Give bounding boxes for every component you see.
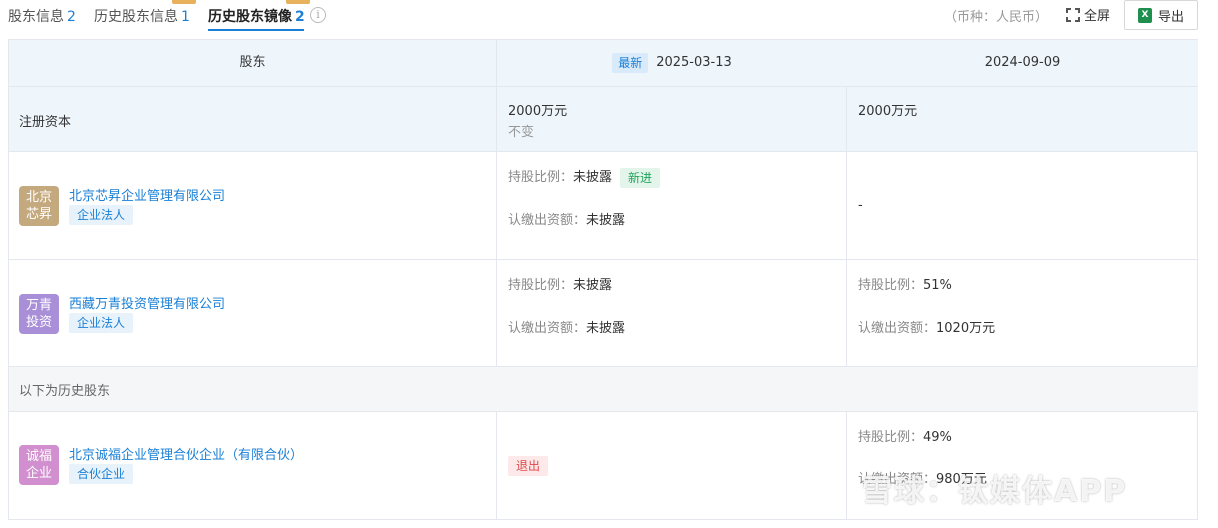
tab-label: 历史股东信息: [94, 9, 178, 25]
table-row: 万青 投资 西藏万青投资管理有限公司 企业法人: [9, 260, 497, 367]
company-type-tag: 合伙企业: [69, 464, 134, 484]
registered-capital-change: 不变: [508, 125, 535, 140]
tab-shareholder-info[interactable]: 股东信息 2: [8, 6, 76, 26]
ratio-label: 持股比例：: [858, 278, 924, 293]
shareholder-prev-cell: 持股比例：51% 认缴出资额：1020万元: [847, 260, 1198, 367]
capital-label: 认缴出资额：: [508, 321, 587, 336]
ratio-value: 未披露: [573, 278, 613, 293]
status-badge-new: 新进: [620, 167, 661, 188]
capital-label: 认缴出资额：: [858, 321, 937, 336]
registered-capital-prev: 2000万元: [858, 104, 918, 119]
company-name-link[interactable]: 北京诚福企业管理合伙企业（有限合伙）: [69, 444, 303, 463]
ratio-label: 持股比例：: [508, 278, 574, 293]
ratio-label: 持股比例：: [508, 170, 574, 185]
shareholder-latest-cell: 退出: [497, 412, 847, 520]
currency-label: （币种：人民币）: [944, 10, 1049, 25]
table-row: 诚福 企业 北京诚福企业管理合伙企业（有限合伙） 合伙企业: [9, 412, 497, 520]
tab-bar: 股东信息 2 历史股东信息 1 历史股东镜像 2 i （币种：人民币） 全屏 X 导出: [0, 0, 1218, 36]
excel-icon: X: [1137, 7, 1152, 23]
tab-history-shareholder-mirror[interactable]: 历史股东镜像 2: [208, 6, 305, 26]
company-name-link[interactable]: 西藏万青投资管理有限公司: [69, 293, 225, 312]
shareholder-latest-cell: 持股比例：未披露 新进 认缴出资额：未披露: [497, 152, 847, 260]
date-latest: 2025-03-13: [656, 55, 732, 70]
company-logo: 万青 投资: [19, 294, 59, 334]
ratio-label: 持股比例：: [858, 430, 924, 445]
capital-value: 未披露: [586, 213, 626, 228]
vip-marker: [172, 0, 196, 4]
company-logo: 北京 芯昇: [19, 186, 59, 226]
tab-history-shareholder-info[interactable]: 历史股东信息 1: [94, 6, 190, 26]
shareholder-mirror-table: 股东 最新 2025-03-13 2024-09-09 注册资本 2000万元 不…: [8, 39, 1198, 520]
registered-capital-prev-cell: 2000万元: [847, 87, 1198, 152]
tab-label: 历史股东镜像: [208, 9, 292, 25]
ratio-value: 49%: [923, 430, 952, 445]
vip-marker: [286, 0, 310, 4]
latest-badge: 最新: [612, 53, 649, 73]
history-section-header: 以下为历史股东: [9, 367, 1198, 412]
empty-value: -: [858, 198, 863, 213]
table-row: 北京 芯昇 北京芯昇企业管理有限公司 企业法人: [9, 152, 497, 260]
capital-label: 认缴出资额：: [858, 472, 937, 487]
capital-value: 1020万元: [936, 321, 996, 336]
capital-value: 未披露: [586, 321, 626, 336]
header-shareholder: 股东: [9, 40, 497, 87]
capital-label: 认缴出资额：: [508, 213, 587, 228]
company-type-tag: 企业法人: [69, 313, 134, 333]
ratio-value: 51%: [923, 278, 952, 293]
ratio-value: 未披露: [573, 170, 613, 185]
status-badge-exit: 退出: [508, 456, 549, 476]
header-date-latest: 最新 2025-03-13: [497, 40, 847, 87]
info-icon[interactable]: i: [310, 7, 326, 23]
tab-count: 2: [295, 9, 305, 25]
tab-count: 2: [67, 9, 76, 25]
shareholder-prev-cell: -: [847, 152, 1198, 260]
header-date-prev: 2024-09-09: [847, 40, 1198, 87]
header-shareholder-label: 股东: [239, 55, 266, 70]
tab-label: 股东信息: [8, 9, 64, 25]
shareholder-latest-cell: 持股比例：未披露 认缴出资额：未披露: [497, 260, 847, 367]
fullscreen-icon: [1066, 7, 1080, 22]
registered-capital-label-cell: 注册资本: [9, 87, 497, 152]
company-type-tag: 企业法人: [69, 205, 134, 225]
tab-count: 1: [181, 9, 190, 25]
export-button[interactable]: X 导出: [1124, 0, 1198, 30]
registered-capital-latest: 2000万元: [508, 104, 568, 119]
active-tab-underline: [208, 29, 304, 31]
registered-capital-latest-cell: 2000万元 不变: [497, 87, 847, 152]
shareholder-prev-cell: 持股比例：49% 认缴出资额：980万元: [847, 412, 1198, 520]
registered-capital-label: 注册资本: [19, 115, 72, 130]
company-name-link[interactable]: 北京芯昇企业管理有限公司: [69, 185, 225, 204]
fullscreen-button[interactable]: 全屏: [1066, 5, 1110, 24]
export-label: 导出: [1157, 9, 1184, 25]
date-prev: 2024-09-09: [984, 55, 1061, 70]
history-section-label: 以下为历史股东: [19, 384, 111, 399]
fullscreen-label: 全屏: [1084, 9, 1111, 24]
capital-value: 980万元: [936, 472, 987, 487]
company-logo: 诚福 企业: [19, 445, 59, 485]
